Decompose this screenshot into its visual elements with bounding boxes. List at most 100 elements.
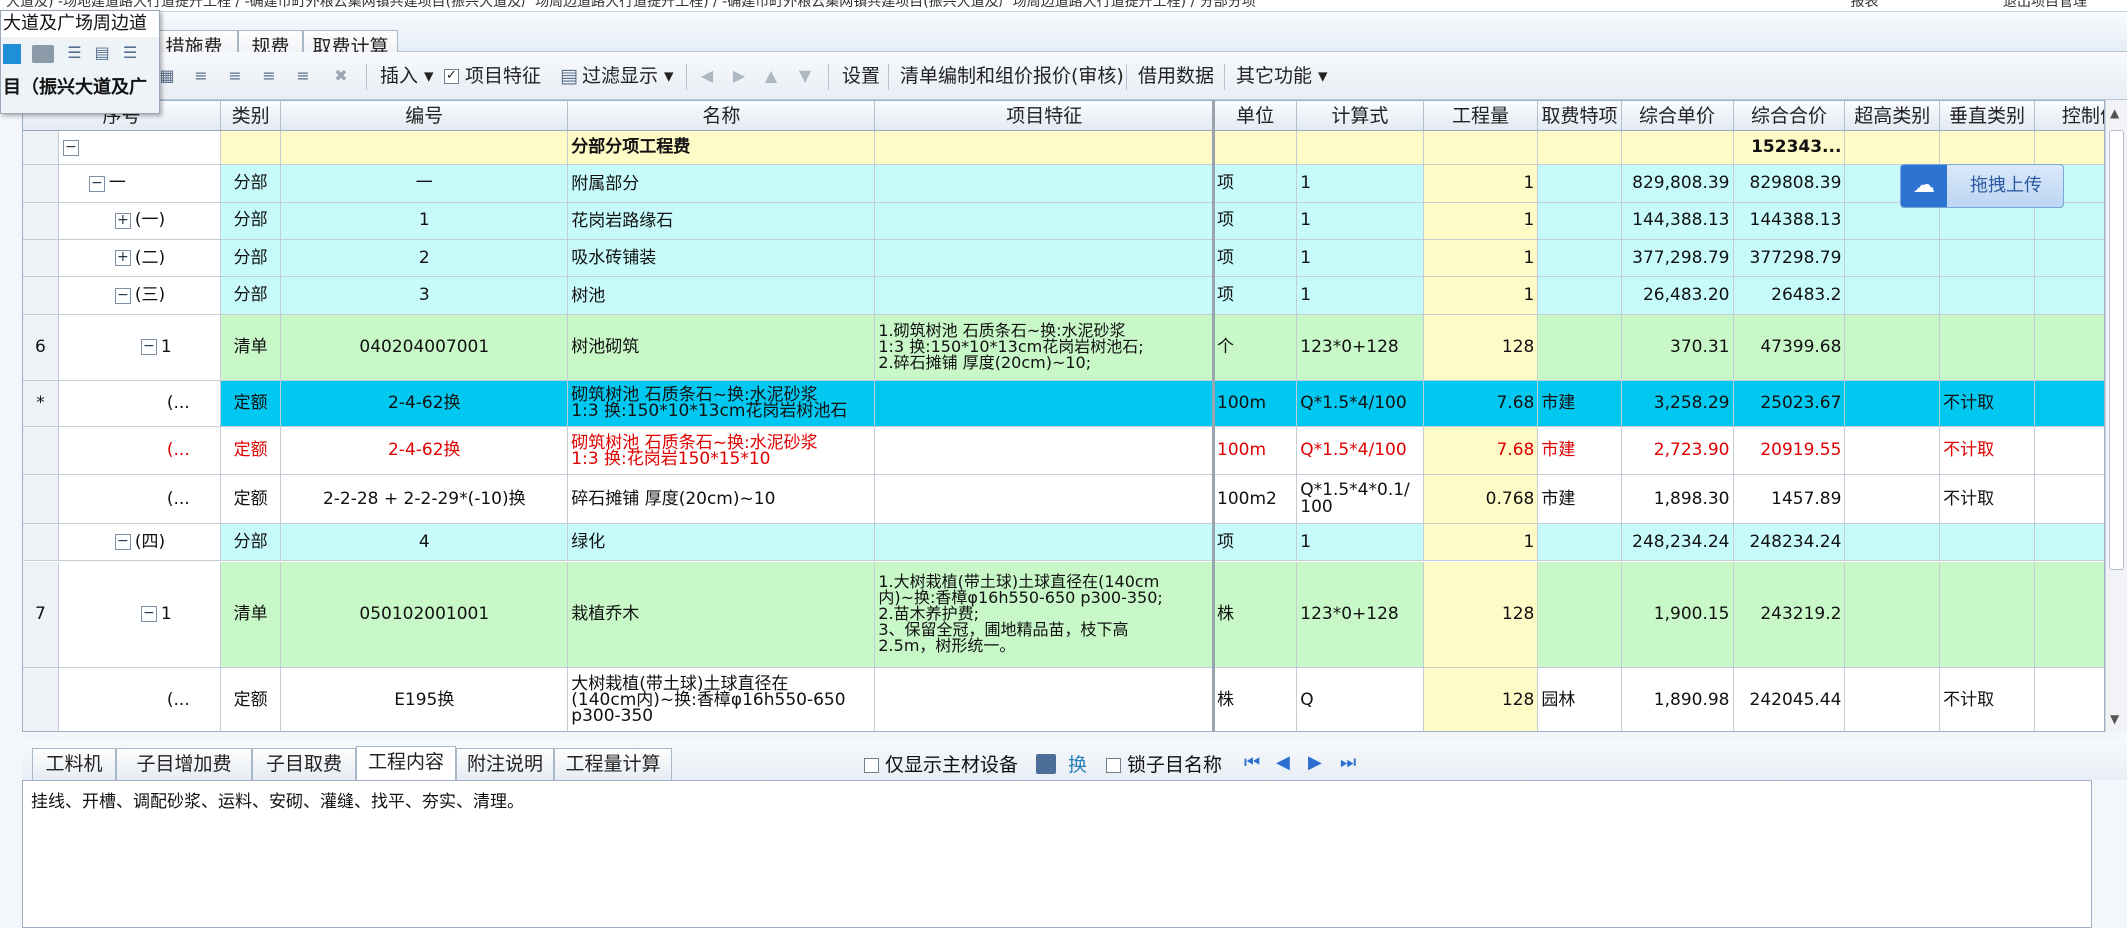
cell-over[interactable]: [1845, 426, 1941, 476]
cell-qty[interactable]: 7.68: [1423, 380, 1539, 427]
cell-qty[interactable]: 1: [1423, 165, 1539, 203]
cell-formula[interactable]: 123*0+128: [1297, 561, 1424, 668]
cell-total[interactable]: 248234.24: [1733, 524, 1846, 562]
cell-type[interactable]: [221, 131, 282, 166]
cell-seq[interactable]: (...: [58, 667, 222, 731]
cell-name[interactable]: 大树栽植(带土球)土球直径在 (140cm内)~换:香樟φ16h550-650 …: [568, 667, 876, 731]
cell-ctrl[interactable]: [2034, 277, 2104, 315]
cell-code[interactable]: 040204007001: [281, 314, 569, 381]
cell-feature[interactable]: [875, 380, 1215, 427]
cell-price[interactable]: [1621, 131, 1734, 166]
cell-formula[interactable]: Q*1.5*4*0.1/ 100: [1297, 475, 1424, 525]
tab-item-fee[interactable]: 子目取费: [252, 748, 356, 780]
cell-name[interactable]: 分部分项工程费: [568, 131, 876, 166]
col-header[interactable]: 控制价: [2034, 101, 2104, 131]
cell-formula[interactable]: Q: [1297, 667, 1424, 731]
cell-seq[interactable]: + (二): [58, 240, 222, 278]
cell-over[interactable]: [1845, 380, 1941, 427]
cell-vert[interactable]: [1940, 131, 2035, 166]
cell-feature[interactable]: [875, 165, 1215, 203]
cell-seq[interactable]: − (四): [58, 524, 222, 562]
cell-qty[interactable]: 128: [1423, 561, 1539, 668]
cell-seq[interactable]: − 一: [58, 165, 222, 203]
cell-qty[interactable]: 7.68: [1423, 426, 1539, 476]
cell-ctrl[interactable]: [2034, 380, 2104, 427]
frozen-column-divider[interactable]: [1212, 101, 1216, 731]
cell-price[interactable]: 370.31: [1621, 314, 1734, 381]
cell-code[interactable]: 一: [281, 165, 569, 203]
borrow-data-button[interactable]: 借用数据: [1138, 60, 1214, 92]
cell-qty[interactable]: 1: [1423, 240, 1539, 278]
cell-over[interactable]: [1845, 561, 1941, 668]
scroll-down-icon[interactable]: ▼: [2110, 712, 2119, 726]
cell-total[interactable]: 829808.39: [1733, 165, 1846, 203]
cell-price[interactable]: 1,898.30: [1621, 475, 1734, 525]
cell-seq[interactable]: − (三): [58, 277, 222, 315]
cell-price[interactable]: 1,890.98: [1621, 667, 1734, 731]
cell-name[interactable]: 花岗岩路缘石: [568, 202, 876, 241]
cell-total[interactable]: 242045.44: [1733, 667, 1846, 731]
cell-no[interactable]: *: [23, 380, 59, 427]
cell-formula[interactable]: Q*1.5*4/100: [1297, 426, 1424, 476]
cell-seq[interactable]: −1: [58, 561, 222, 668]
cell-fee[interactable]: 市建: [1538, 475, 1622, 525]
cell-code[interactable]: 2-4-62换: [281, 426, 569, 476]
col-header[interactable]: 取费特项: [1538, 101, 1622, 131]
popup-icon-blue[interactable]: [3, 43, 21, 64]
report-link[interactable]: 报表: [1851, 0, 1879, 10]
tab-extra-fee[interactable]: 子目增加费: [116, 748, 252, 780]
cell-fee[interactable]: [1538, 277, 1622, 315]
cell-feature[interactable]: 1.大树栽植(带土球)土球直径在(140cm 内)~换:香樟φ16h550-65…: [875, 561, 1215, 668]
cell-qty[interactable]: 128: [1423, 667, 1539, 731]
cell-ctrl[interactable]: [2034, 475, 2104, 525]
cell-type[interactable]: 清单: [221, 561, 282, 668]
cell-formula[interactable]: 123*0+128: [1297, 314, 1424, 381]
cell-seq[interactable]: −1: [58, 314, 222, 381]
cell-price[interactable]: 829,808.39: [1621, 165, 1734, 203]
cell-no[interactable]: [23, 524, 59, 562]
cell-type[interactable]: 分部: [221, 202, 282, 241]
indent-icon-4[interactable]: ≡: [292, 66, 314, 86]
cell-fee[interactable]: [1538, 314, 1622, 381]
cell-fee[interactable]: 市建: [1538, 426, 1622, 476]
cell-formula[interactable]: 1: [1297, 202, 1424, 241]
cell-ctrl[interactable]: [2034, 667, 2104, 731]
cell-feature[interactable]: [875, 240, 1215, 278]
cell-total[interactable]: 25023.67: [1733, 380, 1846, 427]
other-functions-menu[interactable]: 其它功能 ▾: [1236, 60, 1328, 92]
cell-type[interactable]: 分部: [221, 165, 282, 203]
cell-ctrl[interactable]: [2034, 131, 2104, 166]
cell-qty[interactable]: 0.768: [1423, 475, 1539, 525]
collapse-icon[interactable]: −: [114, 534, 131, 551]
cell-no[interactable]: 6: [23, 314, 59, 381]
cell-price[interactable]: 377,298.79: [1621, 240, 1734, 278]
filter-menu[interactable]: ▤ 过滤显示 ▾: [560, 60, 674, 92]
cell-name[interactable]: 附属部分: [568, 165, 876, 203]
list-icon[interactable]: ☰: [123, 43, 137, 62]
cell-ctrl[interactable]: [2034, 524, 2104, 562]
item-feature-toggle[interactable]: ✓ 项目特征: [444, 60, 541, 92]
floating-project-panel[interactable]: 大道及广场周边道 ☰ ▤ ☰ 目（振兴大道及广: [0, 10, 160, 114]
cell-vert[interactable]: [1940, 240, 2035, 278]
cell-no[interactable]: 7: [23, 561, 59, 668]
last-icon[interactable]: ⏭: [1340, 752, 1356, 773]
arrow-right-icon[interactable]: ▶: [728, 66, 750, 86]
cell-type[interactable]: 分部: [221, 277, 282, 315]
tab-work-content[interactable]: 工程内容: [356, 746, 456, 780]
cell-code[interactable]: 2-4-62换: [281, 380, 569, 427]
cell-type[interactable]: 定额: [221, 667, 282, 731]
cell-feature[interactable]: [875, 277, 1215, 315]
tab-materials[interactable]: 工料机: [32, 748, 116, 780]
cell-fee[interactable]: 市建: [1538, 380, 1622, 427]
cell-type[interactable]: 清单: [221, 314, 282, 381]
cell-total[interactable]: 20919.55: [1733, 426, 1846, 476]
indent-icon-3[interactable]: ≡: [258, 66, 280, 86]
indent-icon-2[interactable]: ≡: [224, 66, 246, 86]
cell-fee[interactable]: [1538, 165, 1622, 203]
tab-qty-calc[interactable]: 工程量计算: [554, 748, 672, 780]
cell-fee[interactable]: [1538, 561, 1622, 668]
cell-name[interactable]: 栽植乔木: [568, 561, 876, 668]
cell-name[interactable]: 碎石摊铺 厚度(20cm)~10: [568, 475, 876, 525]
cell-seq[interactable]: (...: [58, 475, 222, 525]
col-header[interactable]: 项目特征: [875, 101, 1215, 131]
